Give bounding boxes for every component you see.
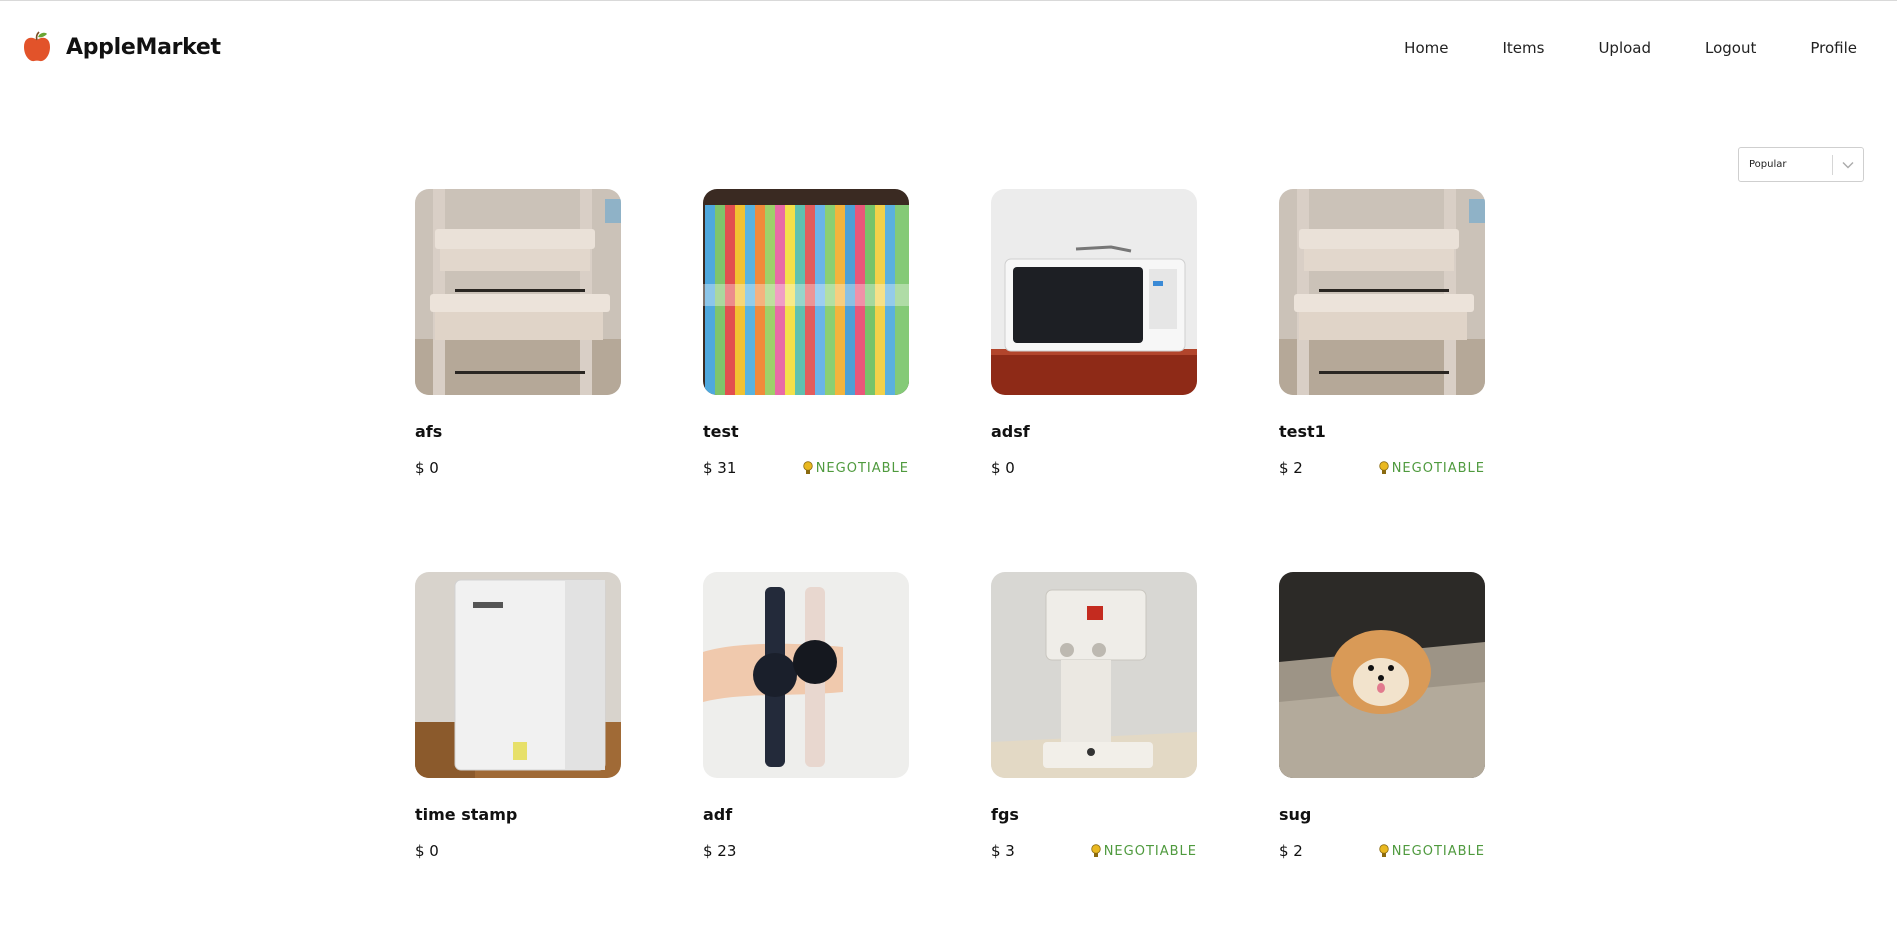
negotiable-label: NEGOTIABLE (1391, 460, 1485, 476)
negotiable-label: NEGOTIABLE (1391, 843, 1485, 859)
item-title: sug (1279, 805, 1312, 824)
lightbulb-icon (1091, 844, 1101, 857)
item-title: adsf (991, 422, 1030, 441)
item-price: $ 0 (415, 459, 439, 477)
item-price: $ 23 (703, 842, 737, 860)
sort-select[interactable]: Popular (1738, 147, 1864, 182)
app-title: AppleMarket (66, 34, 221, 60)
nav-logout[interactable]: Logout (1705, 39, 1756, 57)
item-image-books (703, 189, 909, 395)
nav-profile[interactable]: Profile (1810, 39, 1857, 57)
nav-home[interactable]: Home (1404, 39, 1448, 57)
nav-upload[interactable]: Upload (1598, 39, 1651, 57)
item-image-dehumidifier (415, 572, 621, 778)
item-price: $ 31 (703, 459, 737, 477)
item-image-microwave (991, 189, 1197, 395)
item-card[interactable]: time stamp $ 0 (415, 572, 621, 860)
negotiable-badge: NEGOTIABLE (1091, 844, 1197, 859)
item-price: $ 0 (991, 459, 1015, 477)
item-card[interactable]: afs $ 0 (415, 189, 621, 477)
item-price: $ 0 (415, 842, 439, 860)
item-price: $ 2 (1279, 459, 1303, 477)
lightbulb-icon (1379, 461, 1389, 474)
item-title: test1 (1279, 422, 1326, 441)
item-image-chair (415, 189, 621, 395)
item-image-watches (703, 572, 909, 778)
item-card[interactable]: adf $ 23 (703, 572, 909, 860)
negotiable-label: NEGOTIABLE (1103, 843, 1197, 859)
logo[interactable]: AppleMarket (22, 31, 221, 63)
header: AppleMarket Home Items Upload Logout Pro… (0, 1, 1897, 97)
main-nav: Home Items Upload Logout Profile (1404, 39, 1857, 57)
item-image-dog (1279, 572, 1485, 778)
item-card[interactable]: adsf $ 0 (991, 189, 1197, 477)
lightbulb-icon (1379, 844, 1389, 857)
apple-icon (24, 31, 50, 62)
lightbulb-icon (803, 461, 813, 474)
chevron-down-icon[interactable] (1833, 161, 1863, 169)
sort-selected-value: Popular (1749, 159, 1787, 170)
item-image-coffee-machine (991, 572, 1197, 778)
item-price: $ 2 (1279, 842, 1303, 860)
item-image-chair (1279, 189, 1485, 395)
item-title: time stamp (415, 805, 518, 824)
negotiable-label: NEGOTIABLE (815, 460, 909, 476)
item-card[interactable]: test1 $ 2 NEGOTIABLE (1279, 189, 1485, 477)
item-title: afs (415, 422, 443, 441)
nav-items[interactable]: Items (1502, 39, 1544, 57)
item-card[interactable]: fgs $ 3 NEGOTIABLE (991, 572, 1197, 860)
negotiable-badge: NEGOTIABLE (803, 461, 909, 476)
negotiable-badge: NEGOTIABLE (1379, 844, 1485, 859)
item-title: fgs (991, 805, 1019, 824)
item-title: test (703, 422, 739, 441)
item-title: adf (703, 805, 733, 824)
item-card[interactable]: sug $ 2 NEGOTIABLE (1279, 572, 1485, 860)
negotiable-badge: NEGOTIABLE (1379, 461, 1485, 476)
item-price: $ 3 (991, 842, 1015, 860)
item-card[interactable]: test $ 31 NEGOTIABLE (703, 189, 909, 477)
